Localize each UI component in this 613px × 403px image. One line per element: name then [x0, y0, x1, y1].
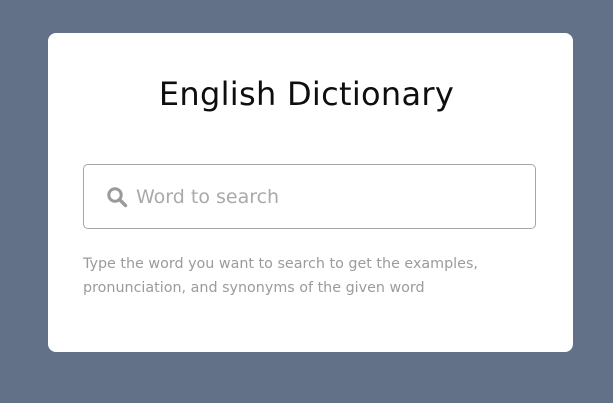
search-icon	[106, 186, 128, 208]
hint-text: Type the word you want to search to get …	[83, 256, 478, 296]
search-input[interactable]	[136, 179, 516, 215]
page-title: English Dictionary	[158, 75, 455, 113]
search-box[interactable]	[83, 164, 536, 229]
